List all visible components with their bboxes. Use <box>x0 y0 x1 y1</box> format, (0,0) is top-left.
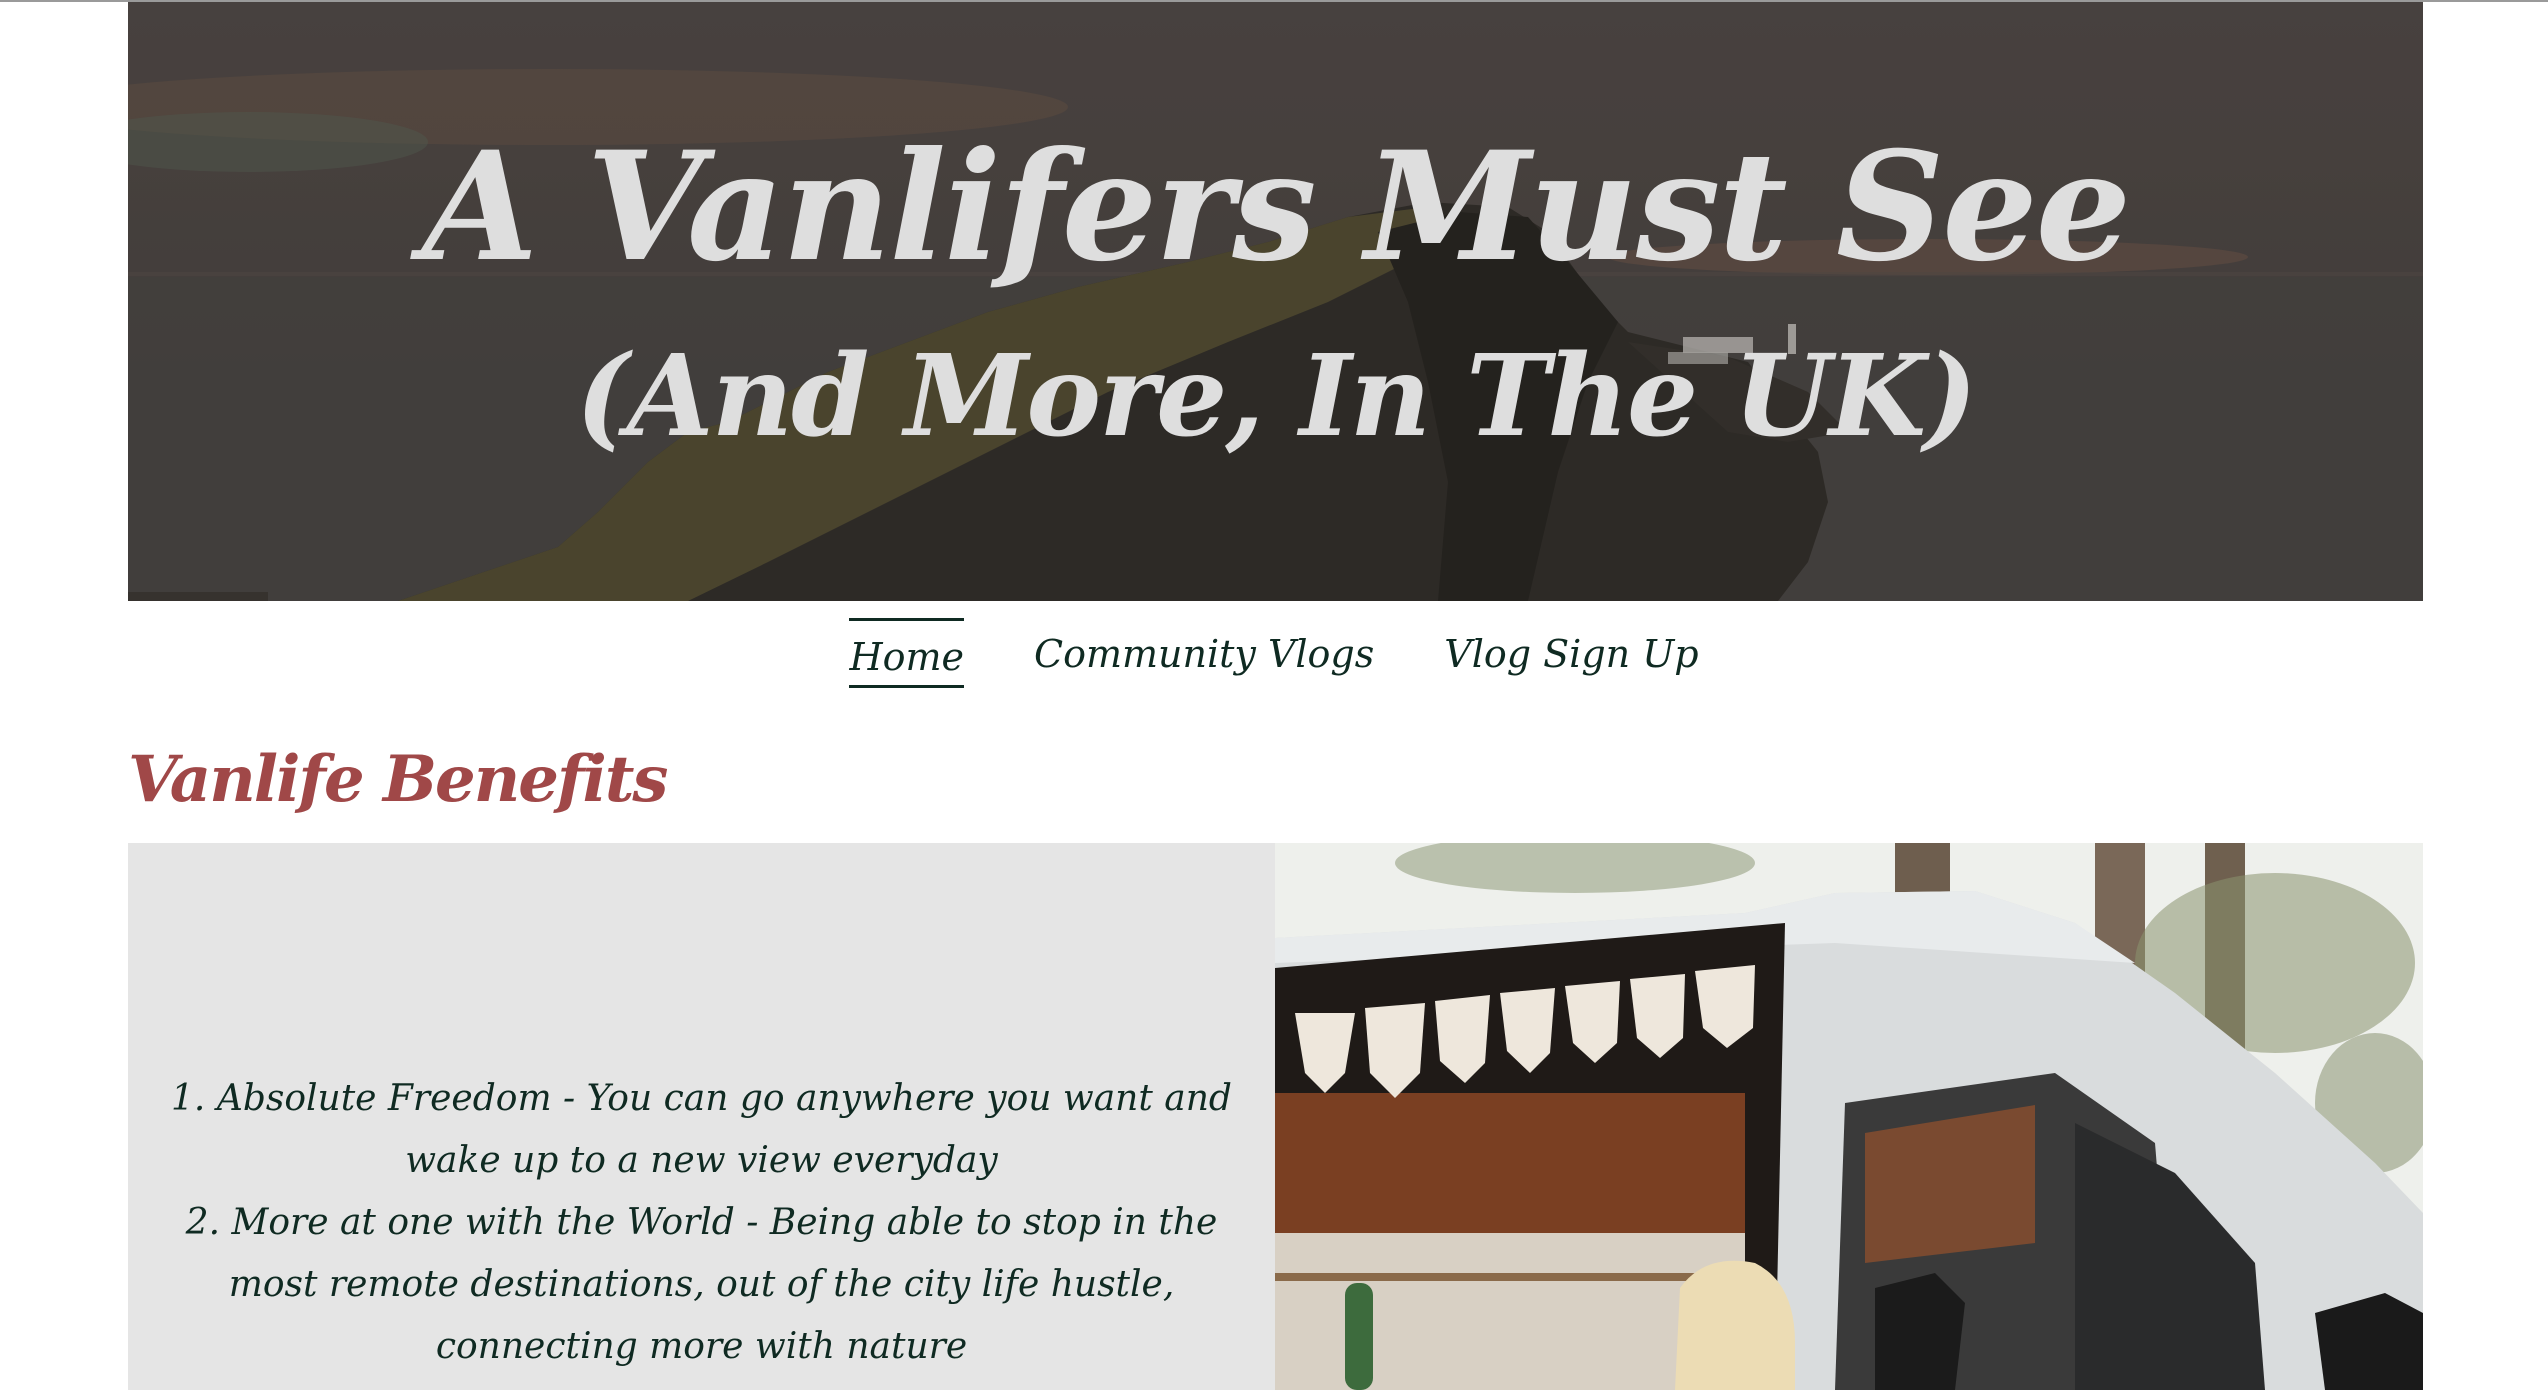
coastal-cliff-lighthouse-image <box>128 2 2423 601</box>
white-campervan-photo <box>1275 843 2423 1390</box>
benefits-list: 1. Absolute Freedom - You can go anywher… <box>128 1068 1275 1378</box>
campervan-illustration <box>1275 843 2423 1390</box>
section-title: Vanlife Benefits <box>128 742 668 817</box>
benefit-item: 1. Absolute Freedom - You can go anywher… <box>171 1078 1232 1181</box>
hero-banner: A Vanlifers Must See (And More, In The U… <box>128 2 2423 601</box>
nav-link-home[interactable]: Home <box>849 618 964 688</box>
main-navigation: Home Community Vlogs Vlog Sign Up <box>0 618 2548 694</box>
hero-subtitle: (And More, In The UK) <box>575 331 1977 462</box>
hero-title: A Vanlifers Must See <box>421 119 2131 295</box>
benefit-item: 2. More at one with the World - Being ab… <box>185 1202 1218 1367</box>
nav-link-community-vlogs[interactable]: Community Vlogs <box>1034 618 1374 688</box>
nav-link-vlog-sign-up[interactable]: Vlog Sign Up <box>1444 618 1698 688</box>
benefits-panel: 1. Absolute Freedom - You can go anywher… <box>128 843 1275 1390</box>
